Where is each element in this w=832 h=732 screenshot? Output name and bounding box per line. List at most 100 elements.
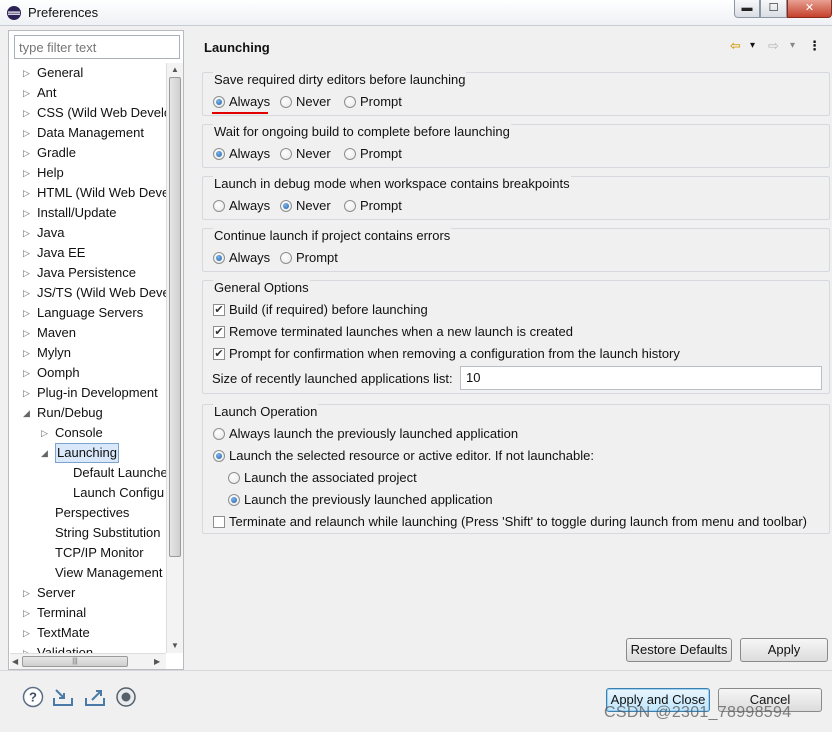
radio-unselected-icon[interactable] bbox=[344, 200, 356, 212]
tree-collapsed-icon[interactable]: ▷ bbox=[23, 603, 33, 623]
tree-collapsed-icon[interactable]: ▷ bbox=[23, 583, 33, 603]
tree-item[interactable]: ◢ Launching bbox=[9, 443, 167, 463]
history-size-input[interactable]: 10 bbox=[460, 366, 822, 390]
tree-collapsed-icon[interactable]: ▷ bbox=[23, 103, 33, 123]
tree-collapsed-icon[interactable]: ▷ bbox=[23, 323, 33, 343]
tree-item[interactable]: ▷ Mylyn bbox=[9, 343, 167, 363]
tree-collapsed-icon[interactable]: ▷ bbox=[23, 283, 33, 303]
tree-vertical-scrollbar[interactable]: ▲ ▼ bbox=[166, 63, 183, 653]
tree-item[interactable]: ▷ Java Persistence bbox=[9, 263, 167, 283]
radio-unselected-icon[interactable] bbox=[344, 96, 356, 108]
forward-arrow-icon[interactable]: ⇨ bbox=[768, 38, 779, 54]
tree-item[interactable]: ▷ HTML (Wild Web Deve bbox=[9, 183, 167, 203]
tree-item[interactable]: String Substitution bbox=[9, 523, 167, 543]
radio-unselected-icon[interactable] bbox=[213, 428, 225, 440]
record-icon[interactable] bbox=[115, 686, 137, 708]
tree-collapsed-icon[interactable]: ▷ bbox=[23, 243, 33, 263]
tree-item[interactable]: ▷ Gradle bbox=[9, 143, 167, 163]
tree-collapsed-icon[interactable]: ▷ bbox=[23, 123, 33, 143]
tree-expanded-icon[interactable]: ◢ bbox=[23, 403, 33, 423]
import-preferences-icon[interactable] bbox=[52, 686, 74, 708]
tree-item[interactable]: ▷ Data Management bbox=[9, 123, 167, 143]
save-dirty-editors-group: Save required dirty editors before launc… bbox=[202, 72, 830, 116]
tree-item[interactable]: Perspectives bbox=[9, 503, 167, 523]
tree-collapsed-icon[interactable]: ▷ bbox=[23, 203, 33, 223]
tree-item[interactable]: ▷ Server bbox=[9, 583, 167, 603]
tree-collapsed-icon[interactable]: ▷ bbox=[23, 223, 33, 243]
radio-unselected-icon[interactable] bbox=[280, 148, 292, 160]
tree-item[interactable]: ▷ Install/Update bbox=[9, 203, 167, 223]
radio-unselected-icon[interactable] bbox=[280, 252, 292, 264]
tree-item[interactable]: ▷ Java EE bbox=[9, 243, 167, 263]
maximize-button[interactable]: ☐ bbox=[760, 0, 787, 18]
tree-item[interactable]: ▷ Terminal bbox=[9, 603, 167, 623]
help-icon[interactable]: ? bbox=[22, 686, 44, 708]
back-history-dropdown-icon[interactable]: ▾ bbox=[750, 40, 755, 51]
tree-collapsed-icon[interactable]: ▷ bbox=[23, 623, 33, 643]
tree-collapsed-icon[interactable]: ▷ bbox=[23, 63, 33, 83]
apply-button[interactable]: Apply bbox=[740, 638, 828, 662]
tree-collapsed-icon[interactable]: ▷ bbox=[23, 83, 33, 103]
tree-collapsed-icon[interactable]: ▷ bbox=[23, 383, 33, 403]
tree-item[interactable]: View Management bbox=[9, 563, 167, 583]
back-arrow-icon[interactable]: ⇦ bbox=[730, 38, 741, 54]
radio-unselected-icon[interactable] bbox=[344, 148, 356, 160]
tree-item[interactable]: ▷ Language Servers bbox=[9, 303, 167, 323]
forward-history-dropdown-icon[interactable]: ▾ bbox=[790, 40, 795, 51]
tree-expanded-icon[interactable]: ◢ bbox=[41, 443, 51, 463]
wait-for-build-group: Wait for ongoing build to complete befor… bbox=[202, 124, 830, 168]
tree-item[interactable]: ▷ Console bbox=[9, 423, 167, 443]
radio-unselected-icon[interactable] bbox=[280, 96, 292, 108]
radio-unselected-icon[interactable] bbox=[228, 472, 240, 484]
tree-item[interactable]: TCP/IP Monitor bbox=[9, 543, 167, 563]
tree-item[interactable]: ▷ Ant bbox=[9, 83, 167, 103]
scroll-up-icon[interactable]: ▲ bbox=[171, 65, 179, 74]
close-button[interactable]: ✕ bbox=[787, 0, 832, 18]
tree-item[interactable]: Launch Configu bbox=[9, 483, 167, 503]
radio-selected-icon[interactable] bbox=[213, 450, 225, 462]
tree-item[interactable]: ▷ Validation bbox=[9, 643, 167, 653]
radio-selected-icon[interactable] bbox=[213, 252, 225, 264]
tree-collapsed-icon[interactable]: ▷ bbox=[23, 163, 33, 183]
scroll-right-icon[interactable]: ▶ bbox=[154, 657, 160, 666]
tree-item[interactable]: ▷ JS/TS (Wild Web Deve bbox=[9, 283, 167, 303]
export-preferences-icon[interactable] bbox=[84, 686, 106, 708]
tree-item[interactable]: ▷ CSS (Wild Web Develo bbox=[9, 103, 167, 123]
tree-horizontal-scrollbar[interactable]: ◀ ||| ▶ bbox=[10, 653, 166, 669]
tree-item[interactable]: ▷ Help bbox=[9, 163, 167, 183]
checkbox-checked-icon[interactable]: ✔ bbox=[213, 326, 225, 338]
tree-horizontal-scroll-thumb[interactable]: ||| bbox=[22, 656, 128, 667]
tree-item[interactable]: ▷ Oomph bbox=[9, 363, 167, 383]
tree-item[interactable]: ▷ Plug-in Development bbox=[9, 383, 167, 403]
tree-vertical-scroll-thumb[interactable] bbox=[169, 77, 181, 557]
tree-item[interactable]: ▷ Java bbox=[9, 223, 167, 243]
checkbox-checked-icon[interactable]: ✔ bbox=[213, 304, 225, 316]
scroll-left-icon[interactable]: ◀ bbox=[12, 657, 18, 666]
tree-item[interactable]: ◢ Run/Debug bbox=[9, 403, 167, 423]
radio-selected-icon[interactable] bbox=[213, 96, 225, 108]
tree-collapsed-icon[interactable]: ▷ bbox=[23, 343, 33, 363]
tree-item[interactable]: ▷ Maven bbox=[9, 323, 167, 343]
filter-input[interactable] bbox=[14, 35, 180, 59]
tree-collapsed-icon[interactable]: ▷ bbox=[41, 423, 51, 443]
restore-defaults-button[interactable]: Restore Defaults bbox=[626, 638, 732, 662]
checkbox-unchecked-icon[interactable] bbox=[213, 516, 225, 528]
tree-collapsed-icon[interactable]: ▷ bbox=[23, 143, 33, 163]
radio-selected-icon[interactable] bbox=[213, 148, 225, 160]
tree-collapsed-icon[interactable]: ▷ bbox=[23, 183, 33, 203]
tree-collapsed-icon[interactable]: ▷ bbox=[23, 303, 33, 323]
radio-selected-icon[interactable] bbox=[280, 200, 292, 212]
radio-selected-icon[interactable] bbox=[228, 494, 240, 506]
tree-item[interactable]: ▷ TextMate bbox=[9, 623, 167, 643]
tree-item[interactable]: ▷ General bbox=[9, 63, 167, 83]
checkbox-checked-icon[interactable]: ✔ bbox=[213, 348, 225, 360]
view-menu-icon[interactable]: ⋮ bbox=[808, 38, 821, 54]
tree-collapsed-icon[interactable]: ▷ bbox=[23, 363, 33, 383]
tree-item[interactable]: Default Launche bbox=[9, 463, 167, 483]
minimize-button[interactable]: ▬ bbox=[734, 0, 760, 18]
tree-collapsed-icon[interactable]: ▷ bbox=[23, 263, 33, 283]
scroll-down-icon[interactable]: ▼ bbox=[171, 641, 179, 650]
radio-unselected-icon[interactable] bbox=[213, 200, 225, 212]
page-navigation: ⇦ ▾ ⇨ ▾ ⋮ bbox=[730, 38, 826, 56]
tree-collapsed-icon[interactable]: ▷ bbox=[23, 643, 33, 653]
